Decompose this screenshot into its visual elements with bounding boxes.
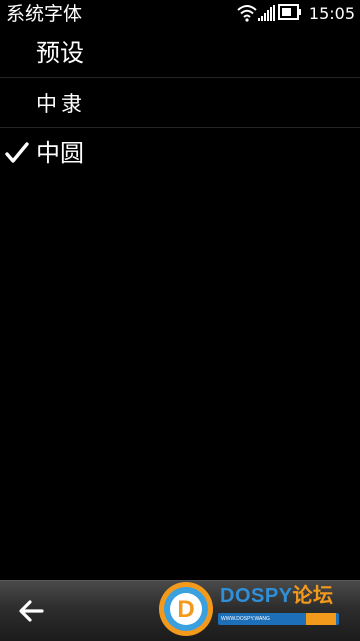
font-option-label: 中隶 <box>36 92 86 116</box>
checkmark-icon <box>5 142 29 163</box>
font-option-zhongyuan[interactable]: 中圆 <box>0 128 360 177</box>
wifi-icon <box>237 5 257 22</box>
dospy-watermark: D DOSPY论坛 WWW.DOSPY.WANG <box>156 581 360 637</box>
back-arrow-icon <box>19 600 44 622</box>
font-list: 预设 中隶 中圆 <box>0 28 360 177</box>
font-option-label: 预设 <box>36 39 84 67</box>
battery-icon <box>278 4 301 20</box>
watermark-title-cn: 论坛 <box>292 585 334 607</box>
font-option-label: 中圆 <box>36 139 84 167</box>
back-button[interactable] <box>8 591 54 631</box>
signal-icon <box>258 5 275 21</box>
font-option-preset[interactable]: 预设 <box>0 28 360 78</box>
app-title: 系统字体 <box>6 3 83 25</box>
watermark-title: DOSPY论坛 <box>220 585 334 607</box>
watermark-badge <box>306 613 336 625</box>
watermark-title-latin: DOSPY <box>220 585 293 607</box>
font-option-zhongli[interactable]: 中隶 <box>0 78 360 128</box>
status-time: 15:05 <box>308 4 355 23</box>
dospy-logo-icon: D <box>159 582 213 636</box>
bottom-toolbar: D DOSPY论坛 WWW.DOSPY.WANG <box>0 580 360 641</box>
status-bar: 系统字体 15:05 <box>0 0 360 28</box>
logo-letter: D <box>177 596 194 623</box>
